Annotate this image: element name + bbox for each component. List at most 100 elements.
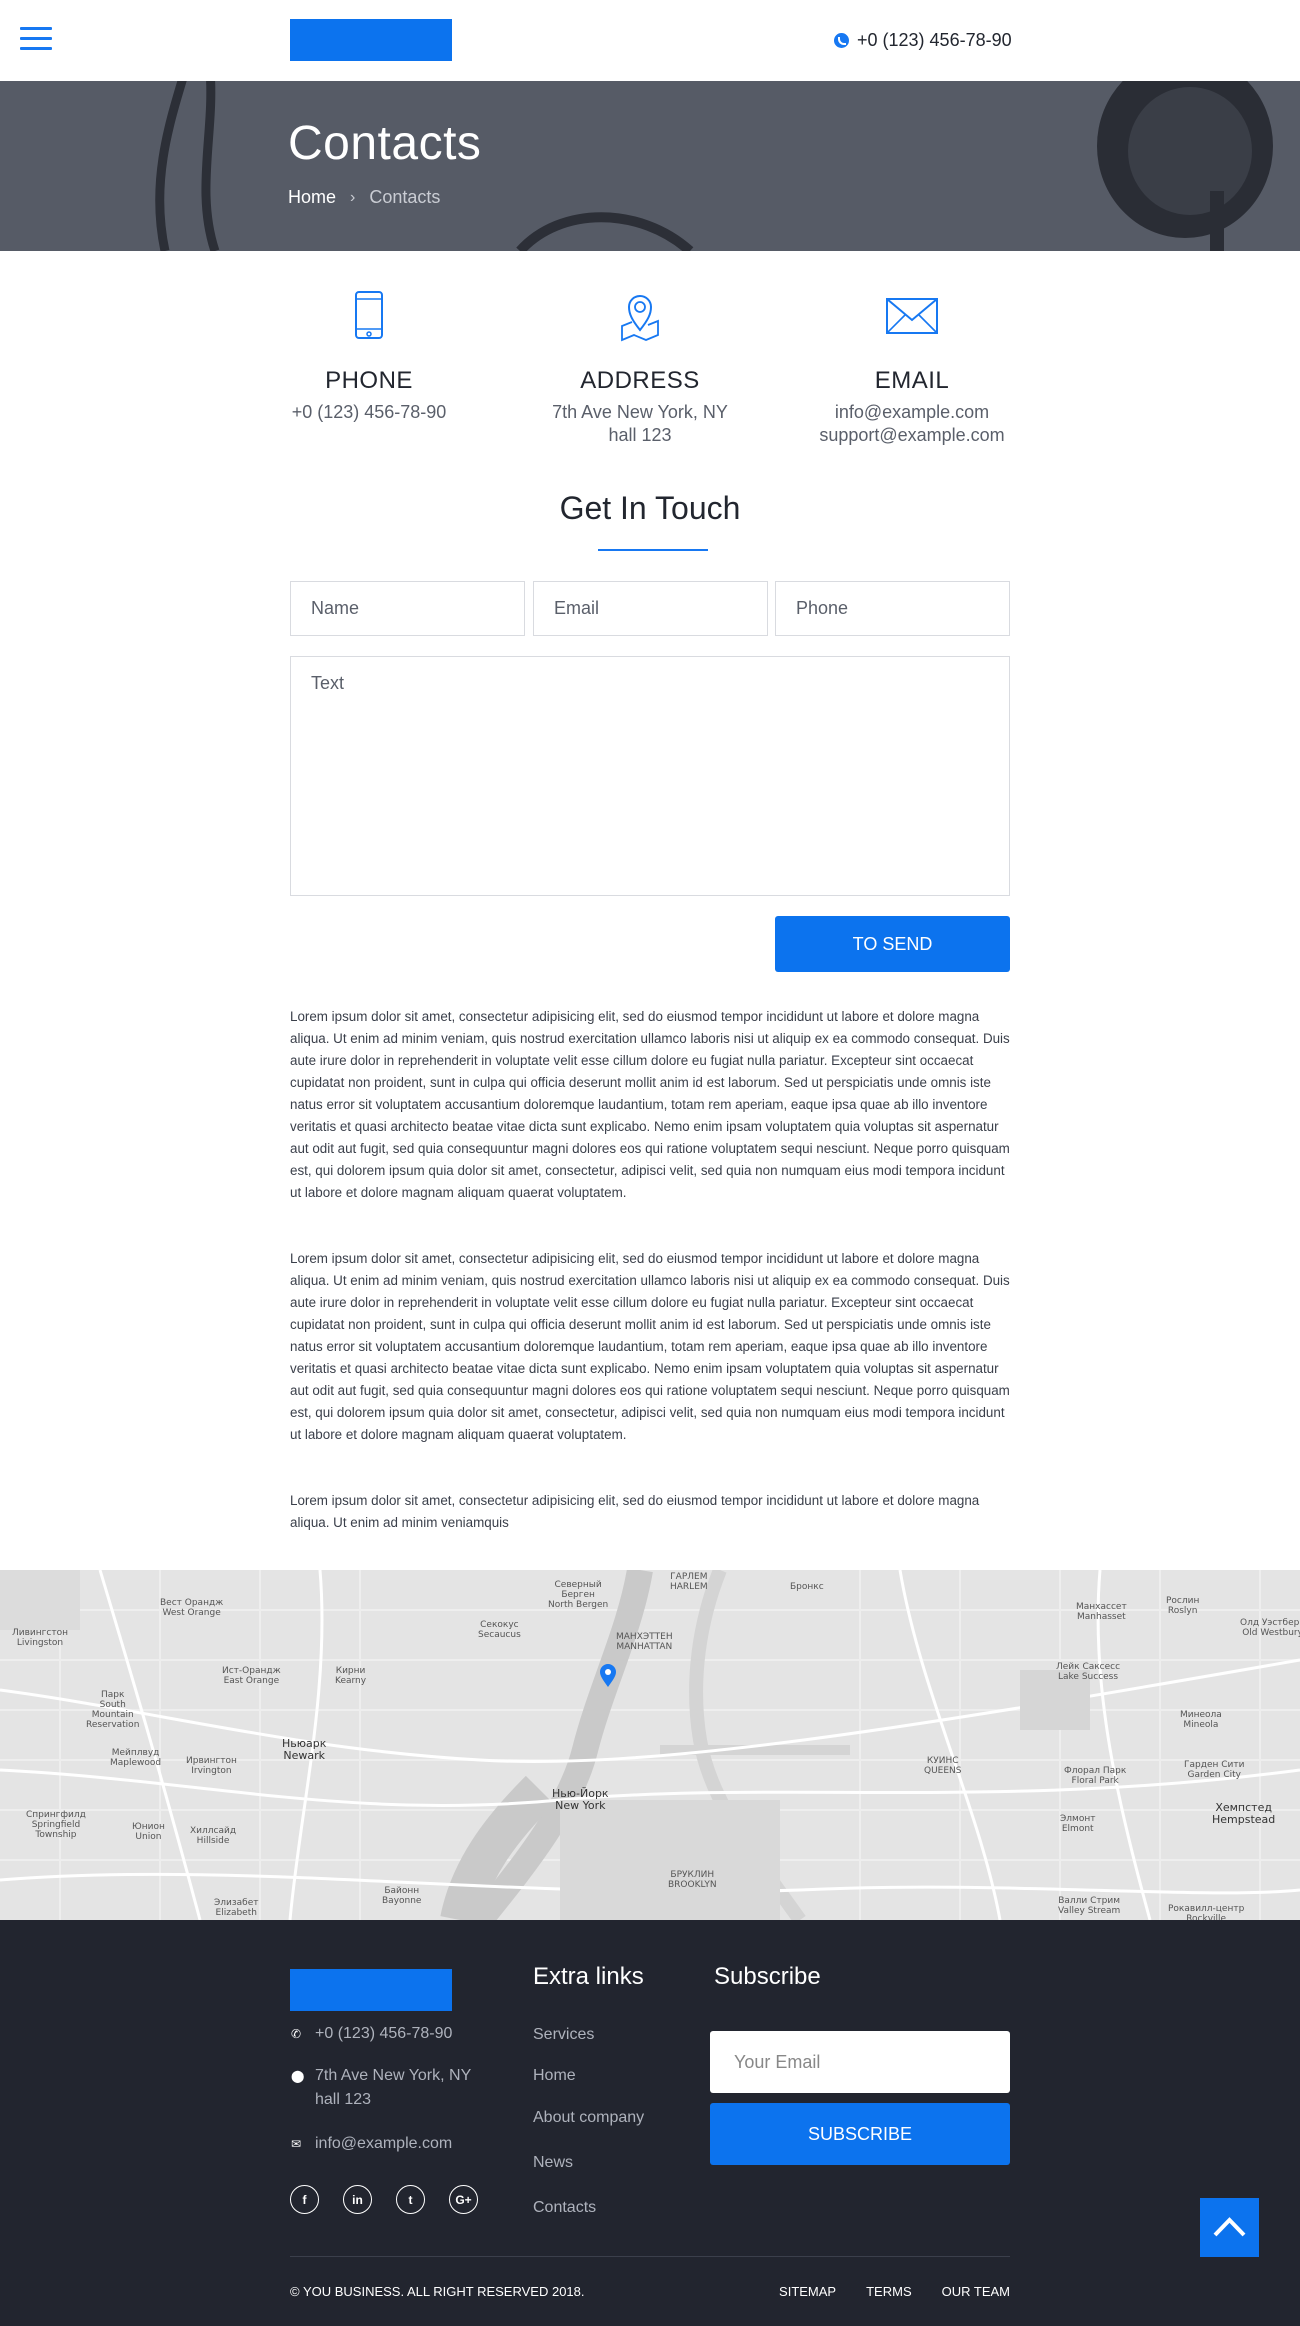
site-footer [0,1920,1300,2326]
phone-icon [834,32,849,48]
linkedin-icon[interactable]: in [343,2185,372,2214]
footer-address-line1: 7th Ave New York, NY [315,2067,472,2084]
smartphone-icon [355,291,383,339]
name-input[interactable] [290,581,525,636]
map-label: Кирни Kearny [335,1666,367,1686]
map-label: Нью-Йорк New York [552,1787,609,1812]
page-title: Contacts [288,117,482,170]
map-label: Секокус Secaucus [478,1620,521,1640]
contact-email-block: EMAIL info@example.com support@example.c… [782,290,1042,447]
footer-phone-number[interactable]: +0 (123) 456-78-90 [315,2022,452,2046]
contact-address-line1: 7th Ave New York, NY [552,402,728,422]
contact-address-line2: hall 123 [608,425,672,445]
message-textarea[interactable] [290,656,1010,896]
subscribe-title: Subscribe [714,1963,821,1990]
map-label: Вест Орандж West Orange [160,1598,224,1618]
footer-divider [290,2256,1010,2257]
footer-link-about[interactable]: About company [533,2109,644,2127]
footer-link-news[interactable]: News [533,2154,573,2172]
map-roads [0,1570,1300,1920]
footer-bottom-links: SITEMAP TERMS OUR TEAM [779,2284,1010,2299]
contact-address-title: ADDRESS [580,367,700,394]
menu-icon[interactable] [20,27,52,51]
location-pin-icon: ⬤ [291,2069,305,2083]
map-pin-icon [621,295,659,342]
map-marker-icon[interactable] [599,1664,617,1688]
facebook-icon[interactable]: f [290,2185,319,2214]
map-label: Минеола Mineola [1180,1710,1222,1730]
map-label: КУИНС QUEENS [924,1756,962,1776]
breadcrumb: Home › Contacts [288,187,440,208]
site-logo[interactable] [290,19,452,61]
body-paragraph: Lorem ipsum dolor sit amet, consectetur … [290,1493,980,1530]
map-label: Ливингстон Livingston [12,1628,68,1648]
body-paragraph: Lorem ipsum dolor sit amet, consectetur … [290,1009,1010,1200]
map-label: Хиллсайд Hillside [190,1826,237,1846]
footer-link-contacts[interactable]: Contacts [533,2199,596,2217]
footer-link-sitemap[interactable]: SITEMAP [779,2284,836,2299]
map-label: Манхассет Manhasset [1076,1602,1127,1622]
phone-icon: ✆ [291,2027,302,2041]
map-label: Байонн Bayonne [382,1886,422,1906]
map-label: ГАРЛЕМ HARLEM [670,1572,708,1592]
map-label: Валли Стрим Valley Stream [1058,1896,1121,1916]
map-label: Элмонт Elmont [1060,1814,1096,1834]
footer-link-our-team[interactable]: OUR TEAM [942,2284,1010,2299]
footer-logo[interactable] [290,1969,452,2011]
map-label: Парк South Mountain Reservation [86,1690,140,1730]
map-label: Гарден Сити Garden City [1184,1760,1245,1780]
map-label: Рослин Roslyn [1166,1596,1200,1616]
map-label: Ньюарк Newark [282,1737,327,1762]
chevron-up-icon [1213,2217,1246,2237]
footer-email-address[interactable]: info@example.com [315,2132,452,2156]
scroll-to-top-button[interactable] [1200,2198,1259,2257]
footer-address-line2: hall 123 [315,2091,372,2108]
breadcrumb-home[interactable]: Home [288,187,336,208]
subscribe-button[interactable]: SUBSCRIBE [710,2103,1010,2165]
contact-phone-title: PHONE [325,367,413,394]
breadcrumb-separator-icon: › [350,188,356,206]
email-input[interactable] [533,581,768,636]
map-label: Олд Уэстбери Old Westbury [1240,1618,1300,1638]
envelope-icon [886,298,938,334]
envelope-icon: ✉ [291,2137,302,2151]
page-hero: Contacts Home › Contacts [0,81,1300,251]
contact-email-primary[interactable]: info@example.com [782,401,1042,424]
copyright-text: © YOU BUSINESS. ALL RIGHT RESERVED 2018. [290,2284,585,2299]
contact-phone-block: PHONE +0 (123) 456-78-90 [239,290,499,424]
footer-address: ⬤ 7th Ave New York, NY hall 123 [291,2064,471,2112]
map-label: Ирвингтон Irvington [186,1756,237,1776]
twitter-icon[interactable]: t [396,2185,425,2214]
header-phone[interactable]: +0 (123) 456-78-90 [834,28,1012,52]
map-label: МАНХЭТТЕН MANHATTAN [616,1632,673,1652]
send-button[interactable]: TO SEND [775,916,1010,972]
headset-decoration [155,81,1273,251]
header-phone-number[interactable]: +0 (123) 456-78-90 [857,30,1012,51]
body-paragraph: Lorem ipsum dolor sit amet, consectetur … [290,1251,1010,1442]
footer-link-home[interactable]: Home [533,2067,576,2085]
contact-phone-value[interactable]: +0 (123) 456-78-90 [239,401,499,424]
map-label: Ист-Орандж East Orange [222,1666,281,1686]
site-header: +0 (123) 456-78-90 [0,0,1300,81]
contact-email-title: EMAIL [874,367,950,394]
phone-input[interactable] [775,581,1010,636]
map-label: Бронкс [790,1582,824,1592]
map-label: Рокавилл-центр Rockville [1168,1904,1245,1920]
footer-link-services[interactable]: Services [533,2026,594,2044]
map-label: Мейплвуд Maplewood [110,1748,162,1768]
footer-phone[interactable]: ✆ +0 (123) 456-78-90 [291,2022,452,2046]
extra-links-title: Extra links [533,1963,644,1990]
footer-address-text: 7th Ave New York, NY hall 123 [315,2064,471,2112]
social-links: f in t G+ [290,2185,478,2214]
map-label: Элизабет Elizabeth [214,1898,259,1918]
contact-email-support[interactable]: support@example.com [782,424,1042,447]
breadcrumb-current: Contacts [369,187,441,207]
location-map[interactable]: Вест Орандж West Orange Ливингстон Livings… [0,1570,1300,1920]
map-label: Спрингфилд Springfield Township [26,1810,86,1840]
google-plus-icon[interactable]: G+ [449,2185,478,2214]
map-label: БРУКЛИН BROOKLYN [668,1870,717,1890]
subscribe-email-input[interactable] [710,2031,1010,2093]
footer-email[interactable]: ✉ info@example.com [291,2132,452,2156]
footer-link-terms[interactable]: TERMS [866,2284,912,2299]
map-label: Юнион Union [132,1822,165,1842]
